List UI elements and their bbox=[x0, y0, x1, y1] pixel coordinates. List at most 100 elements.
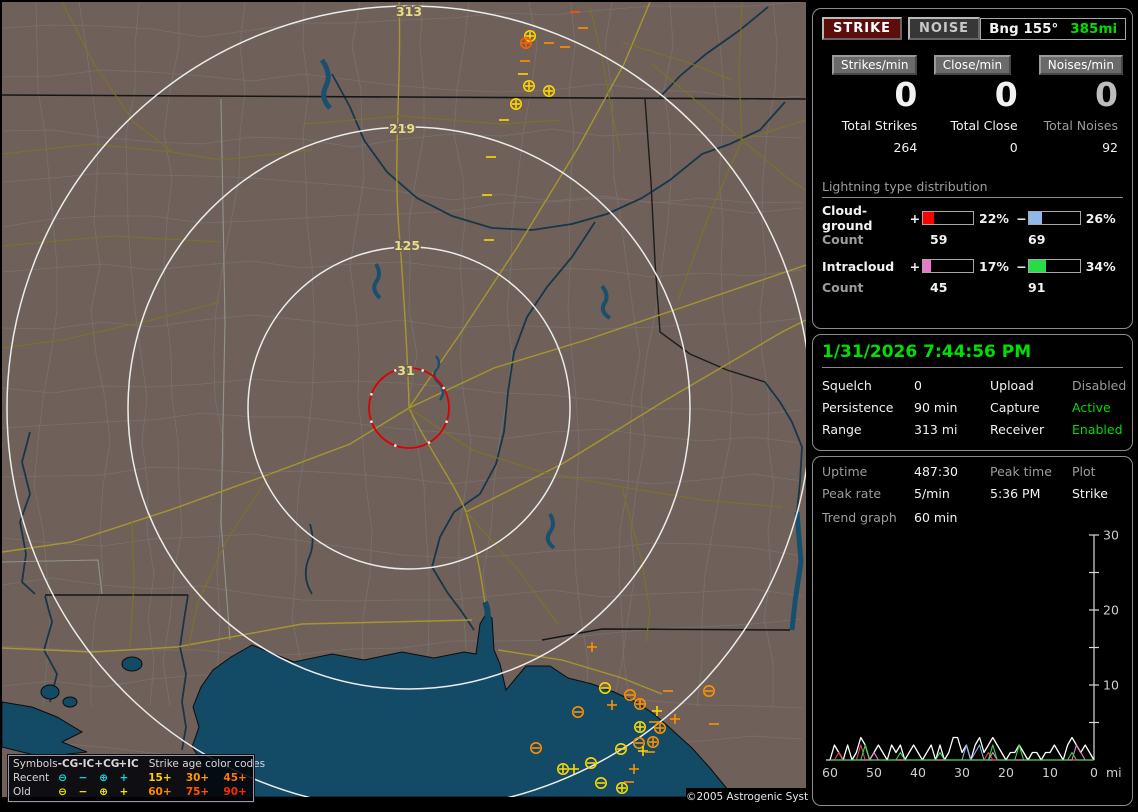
ic-plus-pct: 17% bbox=[979, 259, 1016, 274]
legend-col-ic-plus: +IC bbox=[118, 757, 138, 771]
status-grid: Squelch 0 Upload Disabled Persistence 90… bbox=[822, 378, 1123, 437]
age-90: 90+ bbox=[223, 785, 249, 799]
close-per-min-button[interactable]: Close/min bbox=[934, 55, 1011, 75]
legend-col-cg-plus: +CG bbox=[94, 757, 118, 771]
count-label: Count bbox=[822, 232, 916, 247]
strikes-per-min-value: 0 bbox=[822, 77, 922, 113]
circle-minus-icon: ⊖ bbox=[52, 771, 72, 785]
plus-icon: + bbox=[114, 785, 134, 799]
cg-plus-count: 59 bbox=[916, 232, 1028, 247]
svg-text:50: 50 bbox=[866, 765, 882, 780]
squelch-value: 0 bbox=[914, 378, 990, 393]
svg-text:20: 20 bbox=[1103, 603, 1119, 618]
svg-text:10: 10 bbox=[1042, 765, 1058, 780]
ic-minus-count: 91 bbox=[1028, 280, 1045, 295]
datetime-display: 1/31/2026 7:44:56 PM bbox=[822, 342, 1123, 368]
cg-count-row: Count 59 69 bbox=[822, 228, 1123, 250]
totals-labels-row: Total Strikes Total Close Total Noises bbox=[822, 117, 1123, 135]
svg-text:30: 30 bbox=[954, 765, 970, 780]
age-75: 75+ bbox=[186, 785, 212, 799]
legend-header-row: Symbols -CG -IC +CG +IC Strike age color… bbox=[13, 757, 249, 771]
total-noises-value: 92 bbox=[1023, 139, 1123, 157]
circle-minus-icon: ⊖ bbox=[52, 785, 72, 799]
strike-mode-button[interactable]: STRIKE bbox=[822, 17, 902, 40]
noises-per-min-button[interactable]: Noises/min bbox=[1039, 55, 1123, 75]
strike-cg+ bbox=[635, 722, 645, 732]
legend-recent-label: Recent bbox=[13, 771, 52, 785]
copyright-notice: ©2005 Astrogenic Systems bbox=[686, 788, 806, 806]
legend-symbols-label: Symbols bbox=[13, 757, 58, 771]
trend-graph-row: Trend graph 60 min bbox=[822, 510, 1123, 525]
minus-sign: − bbox=[1016, 259, 1028, 274]
circle-plus-icon: ⊕ bbox=[93, 771, 113, 785]
trend-window-value: 60 min bbox=[914, 510, 1123, 525]
strike-cg+ bbox=[617, 783, 627, 793]
strike-cg+ bbox=[655, 723, 665, 733]
total-close-value: 0 bbox=[922, 139, 1022, 157]
plot-label: Plot bbox=[1072, 464, 1123, 479]
uptime-value: 487:30 bbox=[914, 464, 990, 479]
legend-old-row: Old ⊖ − ⊕ + 60+ 75+ 90+ bbox=[13, 785, 249, 799]
cg-plus-bar bbox=[922, 211, 974, 225]
capture-status: Active bbox=[1072, 400, 1126, 415]
peak-time-value: 5:36 PM bbox=[990, 486, 1072, 501]
age-45: 45+ bbox=[223, 771, 249, 785]
ic-count-row: Count 45 91 bbox=[822, 276, 1123, 298]
cloud-ground-row: Cloud-ground + 22% − 26% bbox=[822, 208, 1123, 228]
ic-minus-pct: 34% bbox=[1086, 259, 1123, 274]
rate-buttons-row: Strikes/min Close/min Noises/min bbox=[822, 54, 1123, 75]
ic-minus-bar bbox=[1028, 259, 1080, 273]
squelch-label: Squelch bbox=[822, 378, 914, 393]
total-strikes-label: Total Strikes bbox=[822, 117, 922, 135]
plus-sign: + bbox=[910, 211, 922, 226]
minus-icon: − bbox=[73, 785, 93, 799]
totals-values-row: 264 0 92 bbox=[822, 139, 1123, 157]
strikes-per-min-button[interactable]: Strikes/min bbox=[832, 55, 917, 75]
peak-rate-value: 5/min bbox=[914, 486, 990, 501]
plot-value: Strike bbox=[1072, 486, 1123, 501]
strike-cg+ bbox=[544, 86, 554, 96]
age-15: 15+ bbox=[148, 771, 174, 785]
intracloud-label: Intracloud bbox=[822, 259, 910, 274]
svg-text:30: 30 bbox=[1103, 528, 1119, 543]
cg-minus-count: 69 bbox=[1028, 232, 1045, 247]
status-panel: 1/31/2026 7:44:56 PM Squelch 0 Upload Di… bbox=[812, 334, 1133, 451]
bearing-display: Bng 155° 385mi bbox=[980, 18, 1126, 40]
svg-text:0: 0 bbox=[1090, 765, 1098, 780]
age-60: 60+ bbox=[148, 785, 174, 799]
strike-cg+ bbox=[511, 99, 521, 109]
legend-old-label: Old bbox=[13, 785, 52, 799]
total-close-label: Total Close bbox=[922, 117, 1022, 135]
legend-recent-row: Recent ⊖ − ⊕ + 15+ 30+ 45+ bbox=[13, 771, 249, 785]
strike-cg+ bbox=[521, 38, 531, 48]
ring-label-125: 125 bbox=[394, 238, 420, 253]
circle-plus-icon: ⊕ bbox=[93, 785, 113, 799]
noises-per-min-value: 0 bbox=[1023, 77, 1123, 113]
trend-graph-label: Trend graph bbox=[822, 510, 914, 525]
legend-age-title: Strike age color codes bbox=[149, 757, 265, 771]
range-value: 313 mi bbox=[914, 422, 990, 437]
plus-icon: + bbox=[114, 771, 134, 785]
trend-panel: Uptime 487:30 Peak time Plot Peak rate 5… bbox=[812, 456, 1133, 806]
minus-sign: − bbox=[1016, 211, 1028, 226]
svg-text:60: 60 bbox=[822, 765, 838, 780]
lightning-map[interactable]: 313 219 125 31 bbox=[2, 2, 806, 797]
distribution-title: Lightning type distribution bbox=[822, 179, 1123, 198]
rate-values-row: 0 0 0 bbox=[822, 77, 1123, 113]
side-panel: STRIKE NOISE Bng 155° 385mi Strikes/min … bbox=[808, 0, 1138, 812]
legend-col-ic-minus: -IC bbox=[78, 757, 94, 771]
peak-rate-label: Peak rate bbox=[822, 486, 914, 501]
ring-label-313: 313 bbox=[396, 4, 422, 19]
age-30: 30+ bbox=[186, 771, 212, 785]
noise-mode-button[interactable]: NOISE bbox=[908, 17, 980, 40]
minus-icon: − bbox=[73, 771, 93, 785]
counters-panel: STRIKE NOISE Bng 155° 385mi Strikes/min … bbox=[812, 8, 1133, 329]
capture-label: Capture bbox=[990, 400, 1072, 415]
ring-label-31: 31 bbox=[397, 363, 414, 378]
mode-row: STRIKE NOISE Bng 155° 385mi bbox=[822, 17, 1123, 40]
legend-col-cg-minus: -CG bbox=[58, 757, 79, 771]
cg-minus-pct: 26% bbox=[1086, 211, 1123, 226]
plus-sign: + bbox=[910, 259, 922, 274]
strike-cg+ bbox=[524, 81, 534, 91]
receiver-label: Receiver bbox=[990, 422, 1072, 437]
